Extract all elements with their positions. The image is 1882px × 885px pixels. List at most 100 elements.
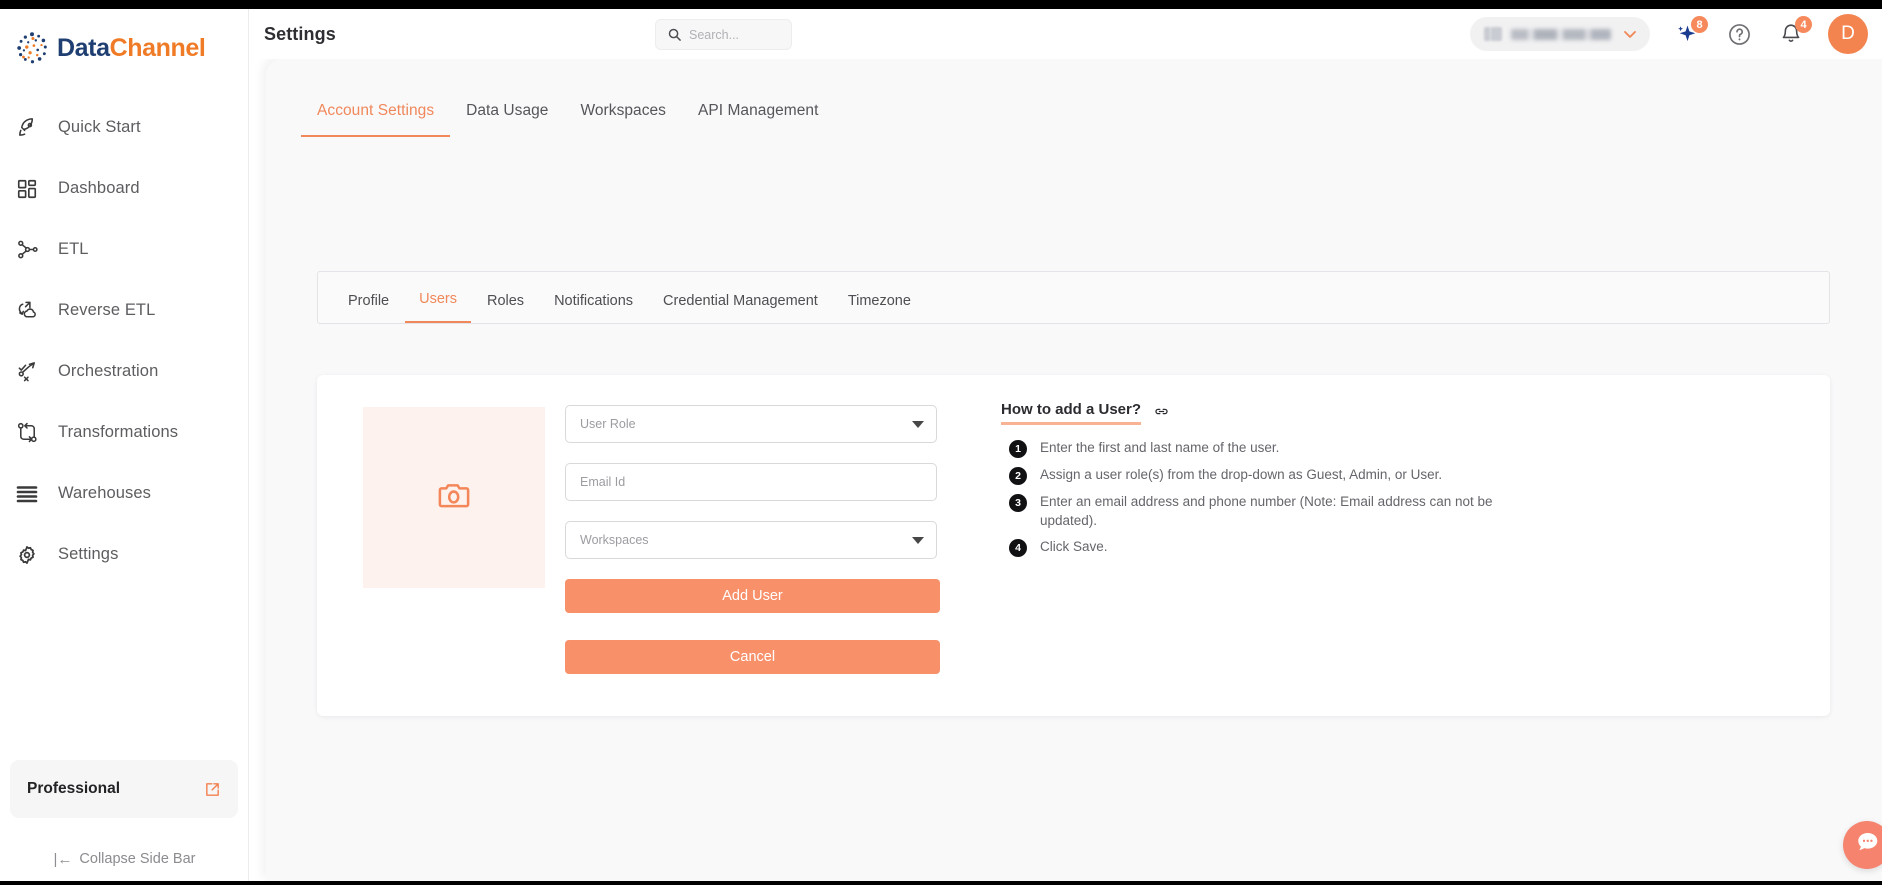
- sidebar-item-label: Orchestration: [58, 362, 159, 380]
- app-logo[interactable]: DataChannel: [0, 9, 248, 87]
- avatar[interactable]: D: [1828, 14, 1868, 54]
- building-icon: [1484, 27, 1502, 41]
- sidebar-item-label: Dashboard: [58, 179, 140, 197]
- avatar-upload-dropzone[interactable]: [363, 407, 545, 588]
- subtab-roles[interactable]: Roles: [473, 293, 538, 323]
- user-role-select[interactable]: User Role: [565, 405, 937, 443]
- sidebar-item-label: Warehouses: [58, 484, 152, 502]
- step-text: Enter an email address and phone number …: [1040, 494, 1493, 528]
- sidebar-item-dashboard[interactable]: Dashboard: [0, 158, 248, 219]
- how-to-steps: 1 Enter the first and last name of the u…: [1001, 438, 1621, 557]
- subtab-timezone[interactable]: Timezone: [834, 293, 925, 323]
- logo-text-data: Data: [57, 33, 110, 62]
- tab-data-usage[interactable]: Data Usage: [450, 102, 564, 137]
- step-number: 4: [1009, 539, 1027, 557]
- ai-assistant-badge: 8: [1691, 16, 1708, 33]
- search-icon: [667, 27, 682, 42]
- header-actions: 8 4 D: [1470, 9, 1868, 59]
- reverse-etl-icon: [14, 298, 40, 324]
- sidebar-nav: Quick Start Dashboard ETL Reverse ETL Or…: [0, 97, 248, 585]
- datachannel-logo-icon: [13, 29, 51, 67]
- email-id-placeholder: Email Id: [580, 475, 626, 489]
- plan-badge[interactable]: Professional: [10, 760, 238, 818]
- how-to-step: 1 Enter the first and last name of the u…: [1001, 438, 1621, 458]
- step-text: Assign a user role(s) from the drop-down…: [1040, 467, 1443, 482]
- workspaces-placeholder: Workspaces: [580, 533, 649, 547]
- workspaces-select[interactable]: Workspaces: [565, 521, 937, 559]
- sidebar-item-transformations[interactable]: Transformations: [0, 402, 248, 463]
- camera-icon: [436, 477, 472, 518]
- rocket-icon: [14, 115, 40, 141]
- sidebar-item-warehouses[interactable]: Warehouses: [0, 463, 248, 524]
- external-link-icon[interactable]: [204, 781, 221, 798]
- etl-nodes-icon: [14, 237, 40, 263]
- cancel-button[interactable]: Cancel: [565, 640, 940, 674]
- step-number: 2: [1009, 467, 1027, 485]
- main-content: Account Settings Data Usage Workspaces A…: [266, 59, 1882, 881]
- grid-icon: [14, 176, 40, 202]
- how-to-step: 3 Enter an email address and phone numbe…: [1001, 492, 1621, 530]
- subtab-profile[interactable]: Profile: [334, 293, 403, 323]
- add-user-card: User Role Email Id Workspaces Add User C…: [317, 375, 1830, 716]
- warehouse-stack-icon: [14, 481, 40, 507]
- search-input[interactable]: Search...: [655, 19, 792, 50]
- add-user-form: User Role Email Id Workspaces Add User C…: [565, 405, 940, 674]
- chevron-down-icon: [912, 536, 924, 544]
- step-text: Click Save.: [1040, 539, 1108, 554]
- sidebar-item-reverse-etl[interactable]: Reverse ETL: [0, 280, 248, 341]
- logo-text-channel: Channel: [109, 33, 206, 62]
- gear-icon: [14, 542, 40, 568]
- notifications-badge: 4: [1795, 16, 1812, 33]
- tab-api-management[interactable]: API Management: [682, 102, 834, 137]
- how-to-add-user-panel: How to add a User? 1 Enter the first and…: [1001, 401, 1621, 564]
- subtab-credential-management[interactable]: Credential Management: [649, 293, 832, 323]
- sidebar-item-quick-start[interactable]: Quick Start: [0, 97, 248, 158]
- orchestration-icon: [14, 359, 40, 385]
- step-number: 3: [1009, 494, 1027, 512]
- sidebar-item-label: Settings: [58, 545, 119, 563]
- how-to-step: 2 Assign a user role(s) from the drop-do…: [1001, 465, 1621, 485]
- subtab-notifications[interactable]: Notifications: [540, 293, 647, 323]
- search-placeholder: Search...: [689, 27, 740, 42]
- app-root: DataChannel Quick Start Dashboard ETL Re…: [0, 9, 1882, 881]
- help-button[interactable]: [1724, 19, 1754, 49]
- collapse-sidebar-label: Collapse Side Bar: [79, 851, 196, 867]
- step-text: Enter the first and last name of the use…: [1040, 440, 1280, 455]
- chat-bubble-icon: [1854, 829, 1881, 861]
- org-selector[interactable]: [1470, 17, 1650, 51]
- subtab-users[interactable]: Users: [405, 291, 471, 323]
- link-icon[interactable]: [1153, 403, 1170, 424]
- sidebar-item-etl[interactable]: ETL: [0, 219, 248, 280]
- email-id-input[interactable]: Email Id: [565, 463, 937, 501]
- collapse-sidebar-button[interactable]: |← Collapse Side Bar: [0, 851, 249, 867]
- tab-workspaces[interactable]: Workspaces: [564, 102, 682, 137]
- sidebar-item-settings[interactable]: Settings: [0, 524, 248, 585]
- tab-account-settings[interactable]: Account Settings: [301, 102, 451, 137]
- transformations-icon: [14, 420, 40, 446]
- avatar-initial: D: [1841, 23, 1855, 44]
- sidebar-item-orchestration[interactable]: Orchestration: [0, 341, 248, 402]
- sidebar-item-label: Reverse ETL: [58, 301, 156, 319]
- chevron-down-icon[interactable]: [1620, 24, 1640, 44]
- how-to-step: 4 Click Save.: [1001, 537, 1621, 557]
- notifications-button[interactable]: 4: [1776, 16, 1812, 49]
- settings-subtabs: Profile Users Roles Notifications Creden…: [317, 271, 1830, 324]
- how-to-title: How to add a User?: [1001, 401, 1142, 425]
- add-user-button[interactable]: Add User: [565, 579, 940, 613]
- sidebar-item-label: Transformations: [58, 423, 179, 441]
- sidebar-item-label: ETL: [58, 240, 89, 258]
- sidebar: DataChannel Quick Start Dashboard ETL Re…: [0, 9, 249, 881]
- how-to-header: How to add a User?: [1001, 401, 1621, 425]
- sidebar-item-label: Quick Start: [58, 118, 141, 136]
- step-number: 1: [1009, 440, 1027, 458]
- page-title: Settings: [264, 23, 336, 44]
- chat-support-button[interactable]: [1843, 821, 1882, 869]
- collapse-left-icon: |←: [53, 850, 73, 868]
- user-role-placeholder: User Role: [580, 417, 636, 431]
- account-tabs: Account Settings Data Usage Workspaces A…: [301, 102, 834, 137]
- ai-assistant-button[interactable]: 8: [1672, 16, 1708, 49]
- plan-label: Professional: [27, 780, 121, 797]
- app-logo-text: DataChannel: [57, 33, 206, 62]
- org-name-redacted: [1511, 28, 1611, 40]
- question-circle-icon: [1728, 23, 1750, 45]
